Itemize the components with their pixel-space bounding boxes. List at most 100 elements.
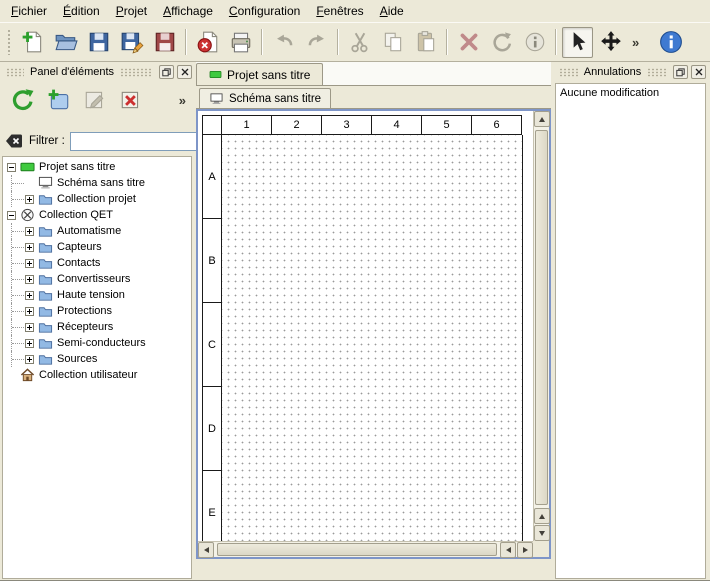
row-label: D — [202, 387, 222, 471]
tree-item-semi-conducteurs[interactable]: Semi-conducteurs — [3, 335, 191, 351]
project-tab-bar: Projet sans titre — [196, 62, 551, 86]
conductor-info-button[interactable] — [519, 27, 550, 58]
menu-aide[interactable]: Aide — [372, 1, 412, 21]
tree-item-collection-utilisateur[interactable]: Collection utilisateur — [3, 367, 191, 383]
tab-schema-sans-titre[interactable]: Schéma sans titre — [199, 88, 331, 108]
tree-item-recepteurs[interactable]: Récepteurs — [3, 319, 191, 335]
tree-item-automatisme[interactable]: Automatisme — [3, 223, 191, 239]
menu-fenetres[interactable]: Fenêtres — [308, 1, 371, 21]
menu-projet[interactable]: Projet — [108, 1, 155, 21]
close-dock-button[interactable] — [177, 65, 192, 79]
reload-collections-button[interactable] — [8, 86, 37, 115]
folder-icon — [38, 304, 53, 318]
save-as-button[interactable] — [116, 27, 147, 58]
redo-button[interactable] — [301, 27, 332, 58]
pan-mode-icon — [599, 30, 623, 54]
edit-element-icon — [83, 88, 107, 112]
collapse-minus-icon[interactable] — [7, 211, 16, 220]
tree-item-projet-sans-titre[interactable]: Projet sans titre — [3, 159, 191, 175]
undo-history-list[interactable]: Aucune modification — [555, 83, 706, 579]
elements-panel-toolbar: » — [2, 83, 192, 117]
new-file-button[interactable] — [17, 27, 48, 58]
scroll-up-button[interactable] — [534, 111, 550, 127]
elements-panel-title: Panel d'éléments — [28, 66, 116, 78]
delete-button[interactable] — [453, 27, 484, 58]
dock-grip[interactable] — [120, 68, 152, 77]
drawing-grid[interactable] — [222, 135, 523, 541]
menu-affichage[interactable]: Affichage — [155, 1, 221, 21]
save-icon — [87, 30, 111, 54]
float-dock-button[interactable] — [159, 65, 174, 79]
tree-item-protections[interactable]: Protections — [3, 303, 191, 319]
expand-plus-icon[interactable] — [25, 227, 34, 236]
paste-button[interactable] — [410, 27, 441, 58]
collapse-minus-icon[interactable] — [7, 163, 16, 172]
dock-grip[interactable] — [6, 68, 24, 77]
select-mode-button[interactable] — [562, 27, 593, 58]
edit-element-button[interactable] — [80, 86, 109, 115]
undo-panel-titlebar[interactable]: Annulations — [555, 64, 706, 80]
arrow-left-icon — [506, 547, 511, 553]
scroll-left-button[interactable] — [198, 542, 214, 558]
expand-plus-icon[interactable] — [25, 275, 34, 284]
tree-item-haute-tension[interactable]: Haute tension — [3, 287, 191, 303]
menu-edition[interactable]: Édition — [55, 1, 108, 21]
save-button[interactable] — [83, 27, 114, 58]
tree-item-collection-qet[interactable]: Collection QET — [3, 207, 191, 223]
save-all-button[interactable] — [149, 27, 180, 58]
elements-panel-titlebar[interactable]: Panel d'éléments — [2, 64, 192, 80]
tree-item-contacts[interactable]: Contacts — [3, 255, 191, 271]
toolbar-grip[interactable] — [7, 29, 12, 55]
tree-item-collection-projet[interactable]: Collection projet — [3, 191, 191, 207]
close-file-button[interactable] — [192, 27, 223, 58]
open-project-button[interactable] — [50, 27, 81, 58]
expand-plus-icon[interactable] — [25, 195, 34, 204]
tree-item-sources[interactable]: Sources — [3, 351, 191, 367]
panel-overflow-chevron[interactable]: » — [179, 93, 186, 108]
expand-plus-icon[interactable] — [25, 291, 34, 300]
ruler-corner — [202, 115, 222, 135]
undo-button[interactable] — [268, 27, 299, 58]
scroll-down-button[interactable] — [534, 525, 550, 541]
tree-item-convertisseurs[interactable]: Convertisseurs — [3, 271, 191, 287]
menu-configuration[interactable]: Configuration — [221, 1, 308, 21]
expand-plus-icon[interactable] — [25, 243, 34, 252]
dock-grip[interactable] — [647, 68, 666, 77]
close-dock-button[interactable] — [691, 65, 706, 79]
arrow-down-icon — [539, 531, 545, 536]
expand-plus-icon[interactable] — [25, 307, 34, 316]
toolbar-overflow-chevron[interactable]: » — [628, 35, 643, 50]
scroll-left-button-right[interactable] — [500, 542, 516, 558]
print-button[interactable] — [225, 27, 256, 58]
rotate-button[interactable] — [486, 27, 517, 58]
vertical-scroll-thumb[interactable] — [535, 130, 548, 505]
schema-sheet[interactable]: 1 2 3 4 5 6 A B C D E — [202, 115, 523, 541]
expand-plus-icon[interactable] — [25, 355, 34, 364]
copy-button[interactable] — [377, 27, 408, 58]
expand-plus-icon[interactable] — [25, 323, 34, 332]
clear-filter-button[interactable] — [4, 131, 24, 151]
cut-button[interactable] — [344, 27, 375, 58]
expand-plus-icon[interactable] — [25, 259, 34, 268]
main-toolbar: » — [0, 22, 710, 62]
expand-plus-icon[interactable] — [25, 339, 34, 348]
delete-element-button[interactable] — [116, 86, 145, 115]
tree-item-schema-sans-titre[interactable]: Schéma sans titre — [3, 175, 191, 191]
float-dock-button[interactable] — [673, 65, 688, 79]
horizontal-scrollbar[interactable] — [198, 541, 533, 557]
tab-projet-sans-titre[interactable]: Projet sans titre — [196, 63, 323, 85]
pan-mode-button[interactable] — [595, 27, 626, 58]
horizontal-scroll-thumb[interactable] — [217, 543, 497, 556]
redo-icon — [305, 30, 329, 54]
vertical-scrollbar[interactable] — [533, 111, 549, 541]
new-element-button[interactable] — [44, 86, 73, 115]
about-button[interactable] — [655, 27, 686, 58]
dock-grip[interactable] — [559, 68, 578, 77]
menu-fichier[interactable]: Fichier — [3, 1, 55, 21]
tree-item-label: Capteurs — [57, 240, 102, 255]
elements-tree[interactable]: Projet sans titre Schéma sans titre Coll… — [2, 156, 192, 579]
row-label: E — [202, 471, 222, 541]
scroll-right-button[interactable] — [517, 542, 533, 558]
tree-item-capteurs[interactable]: Capteurs — [3, 239, 191, 255]
scroll-up-button-bottom[interactable] — [534, 508, 550, 524]
